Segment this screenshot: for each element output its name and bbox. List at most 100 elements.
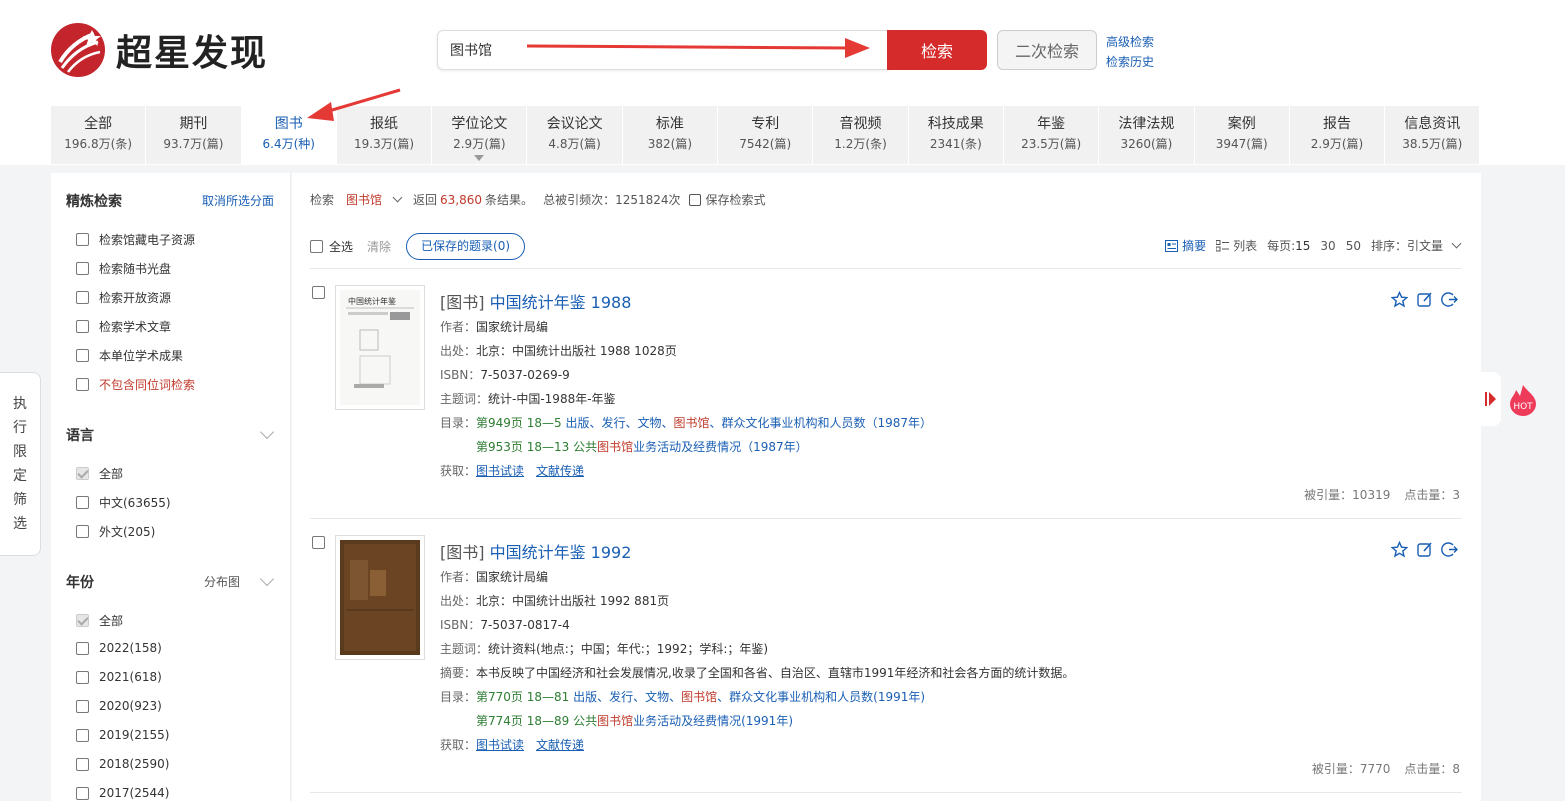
filter-option[interactable]: 不包含同位词检索 [76, 376, 195, 393]
filter-option[interactable]: 2021(618) [76, 670, 162, 684]
tab-9[interactable]: 科技成果 2341(条) [908, 106, 1004, 164]
result-title-link[interactable]: [图书] 中国统计年鉴 1988 [440, 289, 631, 313]
chevron-down-icon[interactable] [474, 155, 485, 161]
note-edit-icon[interactable] [1416, 291, 1433, 308]
filter-option[interactable]: 外文(205) [76, 523, 155, 540]
filter-label[interactable]: 2019(2155) [99, 728, 169, 742]
trial-read-link[interactable]: 图书试读 [476, 738, 524, 752]
toc-entry-page[interactable]: 第770页 18—81 [476, 690, 569, 704]
chevron-down-icon[interactable] [259, 571, 275, 587]
filter-option[interactable]: 2017(2544) [76, 786, 169, 800]
secondary-search-button[interactable]: 二次检索 [997, 30, 1097, 70]
filter-label[interactable]: 2022(158) [99, 641, 162, 655]
filter-checkbox[interactable] [76, 670, 89, 684]
filter-option[interactable]: 检索馆藏电子资源 [76, 231, 195, 248]
tab-7[interactable]: 专利 7542(篇) [718, 106, 814, 164]
toc-entry-page[interactable]: 第774页 18—89 公共 [476, 714, 597, 728]
filter-label[interactable]: 检索随书光盘 [99, 260, 171, 277]
list-view-button[interactable]: 列表 [1233, 237, 1257, 254]
tab-1[interactable]: 期刊 93.7万(篇) [146, 106, 242, 164]
toc-entry-text[interactable]: 、群众文化事业机构和人员数(1991年) [717, 690, 925, 704]
filter-option[interactable]: 2022(158) [76, 641, 162, 655]
filter-checkbox[interactable] [76, 291, 89, 304]
filter-label[interactable]: 本单位学术成果 [99, 347, 183, 364]
filter-checkbox[interactable] [76, 641, 89, 655]
search-input[interactable] [438, 31, 889, 69]
toc-entry-text[interactable]: 出版、发行、文物、 [565, 416, 673, 430]
result-title-link[interactable]: [图书] 中国统计年鉴 1992 [440, 539, 631, 563]
tab-6[interactable]: 标准 382(篇) [622, 106, 719, 164]
tab-8[interactable]: 音视频 1.2万(条) [813, 106, 909, 164]
filter-checkbox[interactable] [76, 614, 89, 627]
filter-checkbox[interactable] [76, 262, 89, 275]
filter-checkbox[interactable] [76, 786, 89, 800]
tab-12[interactable]: 案例 3947(篇) [1194, 106, 1290, 164]
filter-label[interactable]: 检索学术文章 [99, 318, 171, 335]
filter-label[interactable]: 2021(618) [99, 670, 162, 684]
select-all-label[interactable]: 全选 [329, 238, 353, 255]
filter-option[interactable]: 2020(923) [76, 699, 162, 713]
toc-keyword-highlight[interactable]: 图书馆 [681, 690, 717, 704]
tab-13[interactable]: 报告 2.9万(篇) [1289, 106, 1386, 164]
toc-entry-page[interactable]: 第953页 18—13 公共 [476, 440, 597, 454]
search-button[interactable]: 检索 [887, 30, 987, 70]
result-title[interactable]: 中国统计年鉴 1992 [490, 543, 632, 562]
list-view-icon[interactable] [1216, 239, 1230, 252]
filter-checkbox[interactable] [76, 349, 89, 362]
abstract-view-button[interactable]: 摘要 [1182, 237, 1206, 254]
abstract-view-icon[interactable] [1165, 239, 1179, 252]
filter-label[interactable]: 2017(2544) [99, 786, 169, 800]
logo[interactable]: 超星发现 [50, 22, 268, 78]
favorite-star-icon[interactable] [1391, 291, 1408, 308]
filter-label[interactable]: 检索馆藏电子资源 [99, 231, 195, 248]
tab-14[interactable]: 信息资讯 38.5万(篇) [1385, 106, 1481, 164]
chevron-down-icon[interactable] [1451, 238, 1462, 249]
tab-3[interactable]: 报纸 19.3万(篇) [336, 106, 433, 164]
chevron-down-icon[interactable] [392, 192, 403, 203]
filter-option[interactable]: 2018(2590) [76, 757, 169, 771]
filter-checkbox[interactable] [76, 378, 89, 391]
filter-checkbox[interactable] [76, 728, 89, 742]
execute-filter-tab[interactable]: 执行限定筛选 [0, 372, 41, 556]
filter-checkbox[interactable] [76, 233, 89, 246]
book-cover[interactable] [335, 535, 425, 660]
per-page-15[interactable]: 15 [1295, 239, 1310, 253]
toc-entry-page[interactable]: 第949页 18—5 [476, 416, 562, 430]
filter-label[interactable]: 2018(2590) [99, 757, 169, 771]
filter-checkbox[interactable] [76, 525, 89, 538]
clear-button[interactable]: 清除 [367, 238, 391, 255]
result-checkbox[interactable] [312, 286, 325, 299]
search-history-link[interactable]: 检索历史 [1106, 52, 1154, 72]
filter-option[interactable]: 中文(63655) [76, 494, 171, 511]
filter-label[interactable]: 全部 [99, 465, 123, 482]
tab-11[interactable]: 法律法规 3260(篇) [1099, 106, 1195, 164]
saved-records-button[interactable]: 已保存的题录(0) [406, 233, 526, 260]
filter-option[interactable]: 本单位学术成果 [76, 347, 183, 364]
result-title[interactable]: 中国统计年鉴 1988 [490, 293, 632, 312]
save-query-link[interactable]: 保存检索式 [706, 191, 766, 208]
filter-option[interactable]: 检索随书光盘 [76, 260, 171, 277]
filter-label[interactable]: 外文(205) [99, 523, 155, 540]
toc-keyword-highlight[interactable]: 图书馆 [673, 416, 709, 430]
result-checkbox[interactable] [312, 536, 325, 549]
toc-entry-text[interactable]: 出版、发行、文物、 [573, 690, 681, 704]
toc-keyword-highlight[interactable]: 图书馆 [597, 714, 633, 728]
tab-2[interactable]: 图书 6.4万(种) [241, 106, 337, 164]
sort-selector[interactable]: 排序：引文量 [1371, 237, 1443, 254]
select-all-checkbox[interactable] [310, 240, 323, 253]
filter-option[interactable]: 全部 [76, 465, 123, 482]
toc-keyword-highlight[interactable]: 图书馆 [597, 440, 633, 454]
tab-0[interactable]: 全部 196.8万(条) [51, 106, 147, 164]
favorite-star-icon[interactable] [1391, 541, 1408, 558]
tab-4[interactable]: 学位论文 2.9万(篇) [432, 106, 528, 164]
filter-label[interactable]: 全部 [99, 612, 123, 629]
clear-facets-link[interactable]: 取消所选分面 [202, 192, 274, 209]
filter-option[interactable]: 检索开放资源 [76, 289, 171, 306]
per-page-30[interactable]: 30 [1320, 239, 1335, 253]
toc-entry-text[interactable]: 业务活动及经费情况(1991年) [633, 714, 793, 728]
filter-label[interactable]: 中文(63655) [99, 494, 171, 511]
book-cover[interactable]: 中国统计年鉴 [335, 285, 425, 410]
filter-checkbox[interactable] [76, 320, 89, 333]
filter-label[interactable]: 不包含同位词检索 [99, 376, 195, 393]
document-delivery-link[interactable]: 文献传递 [536, 738, 584, 752]
